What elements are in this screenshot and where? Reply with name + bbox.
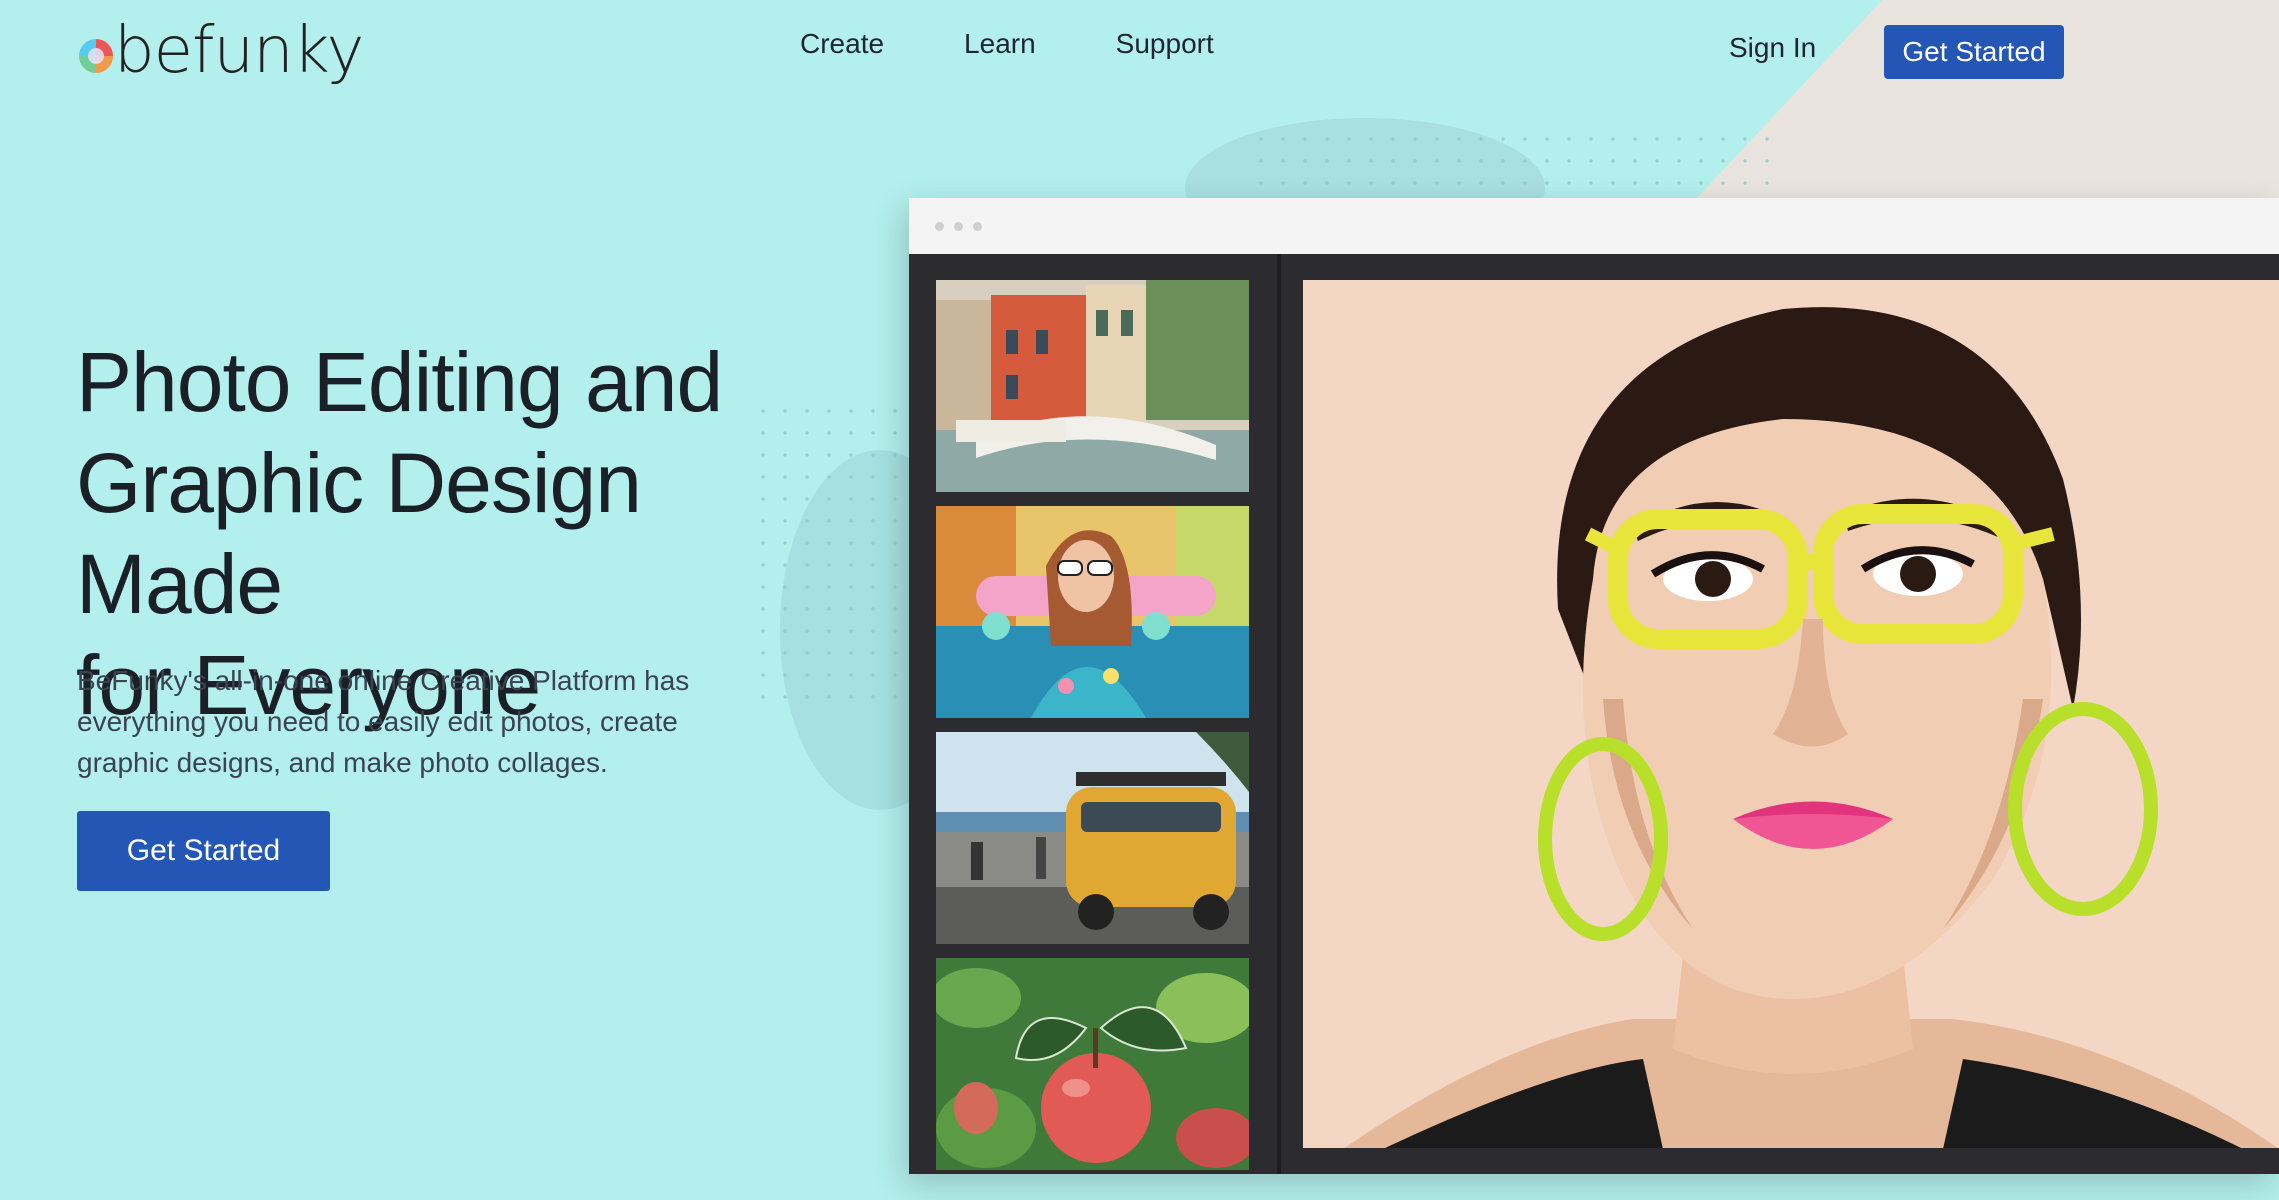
nav-learn[interactable]: Learn [964,28,1036,60]
woman-yellow-glasses-image [1303,280,2279,1148]
thumbnail-apple[interactable] [936,958,1249,1170]
window-dot-icon [935,221,944,231]
yellow-van-beach-image [936,732,1249,944]
nav-create[interactable]: Create [800,28,884,60]
background-dot-pattern [1250,128,1770,198]
thumbnail-van[interactable] [936,732,1249,944]
logo[interactable]: befunky [76,12,364,90]
get-started-hero-button[interactable]: Get Started [77,811,330,891]
apple-on-tree-image [936,958,1249,1170]
thumbnail-venice[interactable] [936,280,1249,492]
mockup-body [909,254,2279,1174]
venice-canal-image [936,280,1249,492]
get-started-header-button[interactable]: Get Started [1884,25,2064,79]
logo-text: befunky [114,14,364,88]
main-nav: Create Learn Support [800,28,1214,60]
thumbnail-skater-girl[interactable] [936,506,1249,718]
mockup-title-bar [909,198,2279,254]
hero-title-line: Photo Editing and [76,335,723,429]
editor-mockup [909,198,2279,1174]
color-wheel-icon [79,39,113,73]
nav-support[interactable]: Support [1116,28,1214,60]
girl-with-skateboard-image [936,506,1249,718]
sign-in-link[interactable]: Sign In [1729,32,1816,64]
hero-title-line: Graphic Design Made [76,436,642,631]
thumbnail-sidebar [909,254,1281,1174]
hero-description: BeFunky's all-in-one online Creative Pla… [77,665,690,778]
window-dot-icon [973,221,982,231]
window-dot-icon [954,221,963,231]
editor-canvas[interactable] [1303,280,2279,1148]
